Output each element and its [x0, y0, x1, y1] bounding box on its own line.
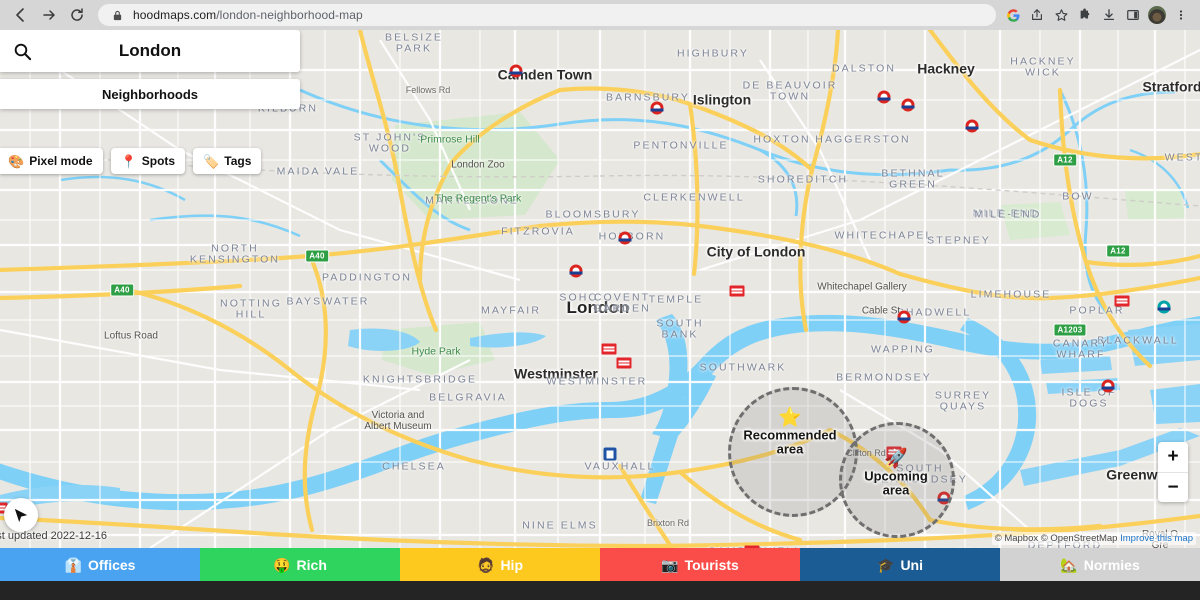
legend-item-offices[interactable]: 👔 Offices	[0, 548, 200, 581]
reload-button[interactable]	[64, 2, 90, 28]
legend-item-uni[interactable]: 🎓 Uni	[800, 548, 1000, 581]
tube-station-icon	[897, 310, 911, 324]
camera-icon: 📷	[661, 556, 679, 573]
url-host: hoodmaps.com	[133, 8, 217, 22]
road-shield: A1203	[1053, 323, 1087, 337]
legend-item-normies[interactable]: 🏡 Normies	[1000, 548, 1200, 581]
upcoming-area-marker[interactable]: 🚀 Upcoming area	[864, 449, 928, 496]
rail-station-icon	[601, 343, 617, 355]
downloads-icon[interactable]	[1100, 6, 1118, 24]
legend-item-label: Normies	[1083, 556, 1140, 573]
house-garden-icon: 🏡	[1060, 556, 1078, 573]
graduation-cap-icon: 🎓	[877, 556, 895, 573]
google-icon[interactable]	[1004, 6, 1022, 24]
url-path: /london-neighborhood-map	[216, 8, 363, 22]
spots-button[interactable]: 📍 Spots	[110, 148, 186, 174]
tube-station-icon	[901, 98, 915, 112]
necktie-icon: 👔	[64, 556, 82, 573]
bearded-face-icon: 🧔	[477, 556, 495, 573]
bookmark-star-icon[interactable]	[1052, 6, 1070, 24]
search-icon	[10, 42, 34, 61]
money-face-icon: 🤑	[273, 556, 291, 573]
last-updated-text: Last updated 2022-12-16	[0, 530, 107, 542]
tags-button[interactable]: 🏷️ Tags	[193, 148, 262, 174]
rail-station-icon	[729, 285, 745, 297]
browser-chrome: hoodmaps.com/london-neighborhood-map	[0, 0, 1200, 30]
road-shield: A40	[305, 249, 329, 263]
improve-this-map-link[interactable]: Improve this map	[1120, 533, 1193, 544]
chrome-action-icons	[1004, 6, 1192, 24]
map-attribution: © Mapbox © OpenStreetMap Improve this ma…	[991, 532, 1196, 545]
upcoming-area-label-line1: Upcoming	[864, 468, 928, 484]
recommended-area-label-line1: Recommended	[743, 427, 837, 443]
legend-item-label: Uni	[900, 556, 923, 573]
recommended-area-label-line2: area	[776, 441, 804, 456]
tube-station-icon	[618, 231, 632, 245]
pin-icon: 📍	[120, 153, 137, 169]
attribution-mapbox[interactable]: © Mapbox	[995, 533, 1038, 544]
tube-station-icon	[509, 64, 523, 78]
forward-button[interactable]	[36, 2, 62, 28]
mode-toolbar: 🎨 Pixel mode 📍 Spots 🏷️ Tags	[0, 148, 262, 174]
spots-label: Spots	[141, 154, 176, 168]
share-icon[interactable]	[1028, 6, 1046, 24]
pixel-mode-label: Pixel mode	[29, 154, 93, 168]
zoom-controls: + −	[1158, 442, 1188, 502]
url-text: hoodmaps.com/london-neighborhood-map	[133, 8, 363, 22]
side-panel-icon[interactable]	[1124, 6, 1142, 24]
legend-item-label: Rich	[296, 556, 327, 573]
legend-item-tourists[interactable]: 📷 Tourists	[600, 548, 800, 581]
neighborhoods-dropdown-label: Neighborhoods	[101, 86, 199, 102]
transit-info-icon	[603, 447, 617, 461]
star-icon: ⭐	[778, 407, 802, 429]
map-canvas[interactable]: London Westminster City of London Camden To…	[0, 30, 1200, 548]
address-bar[interactable]: hoodmaps.com/london-neighborhood-map	[98, 4, 996, 26]
tube-station-icon	[877, 90, 891, 104]
geolocate-button[interactable]	[4, 498, 38, 532]
attribution-osm[interactable]: © OpenStreetMap	[1041, 533, 1118, 544]
lock-icon	[108, 6, 126, 24]
tags-label: Tags	[224, 154, 252, 168]
rail-station-icon	[1114, 295, 1130, 307]
zoom-in-button[interactable]: +	[1158, 442, 1188, 472]
road-shield: A40	[110, 283, 134, 297]
legend-item-label: Tourists	[684, 556, 739, 573]
back-button[interactable]	[8, 2, 34, 28]
palette-icon: 🎨	[8, 153, 25, 169]
tag-icon: 🏷️	[203, 153, 220, 169]
zoom-out-button[interactable]: −	[1158, 472, 1188, 502]
recommended-area-marker[interactable]: ⭐ Recommended area	[743, 408, 836, 455]
pixel-mode-button[interactable]: 🎨 Pixel mode	[0, 148, 103, 174]
legend-item-rich[interactable]: 🤑 Rich	[200, 548, 400, 581]
dlr-station-icon	[1157, 300, 1171, 314]
neighborhoods-dropdown[interactable]: Neighborhoods	[0, 79, 300, 109]
road-shield: A12	[1106, 244, 1130, 258]
extensions-puzzle-icon[interactable]	[1076, 6, 1094, 24]
legend-item-label: Hip	[500, 556, 523, 573]
tube-station-icon	[1101, 379, 1115, 393]
chrome-menu-icon[interactable]	[1172, 6, 1190, 24]
tube-station-icon	[965, 119, 979, 133]
search-bar[interactable]	[0, 30, 300, 72]
road-shield: A12	[1053, 153, 1077, 167]
search-input[interactable]	[34, 41, 266, 61]
rail-station-icon	[616, 357, 632, 369]
legend-item-label: Offices	[87, 556, 136, 573]
rocket-icon: 🚀	[884, 448, 908, 470]
profile-avatar[interactable]	[1148, 6, 1166, 24]
page-bottom-bar	[0, 581, 1200, 600]
upcoming-area-label-line2: area	[882, 482, 910, 497]
category-legend-bar: 👔 Offices 🤑 Rich 🧔 Hip 📷 Tourists 🎓 Uni 🏡 Normies	[0, 548, 1200, 581]
tube-station-icon	[569, 264, 583, 278]
search-panel: Neighborhoods	[0, 30, 300, 109]
legend-item-hip[interactable]: 🧔 Hip	[400, 548, 600, 581]
tube-station-icon	[650, 101, 664, 115]
